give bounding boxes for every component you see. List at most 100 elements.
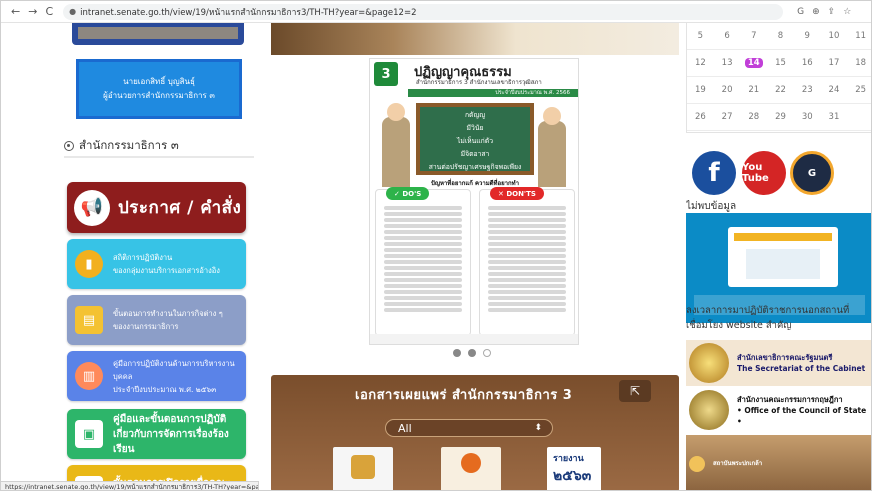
calendar-day[interactable]: 29 [767, 104, 794, 130]
hr-manual-button[interactable]: ▥ คู่มือการปฏิบัติงานด้านการบริหารงานบุค… [67, 351, 246, 401]
forward-icon[interactable]: → [28, 5, 37, 18]
poster-header: 3 ปฏิญญาคุณธรรม สำนักกรรมาธิการ 3 สำนักง… [370, 59, 578, 89]
dos-pill: ✓ DO'S [386, 187, 430, 200]
announcement-button[interactable]: 📢 ประกาศ / คำสั่ง [67, 182, 246, 233]
important-websites-heading: เชื่อมโยง website สำคัญ [686, 320, 792, 331]
complaint-manual-label: คู่มือและขั้นตอนการปฏิบัติ เกี่ยวกับการจ… [113, 412, 246, 457]
reload-icon[interactable]: C [45, 5, 53, 18]
select-arrows-icon: ⬍ [534, 423, 542, 433]
chalkboard: กตัญญู มีวินัย ไม่เห็นแก่ตัว มีจิตอาสา ส… [416, 103, 534, 175]
youtube-icon[interactable]: You Tube [742, 151, 786, 195]
calendar-day[interactable]: 30 [794, 104, 821, 130]
calendar-day[interactable]: 7 [740, 23, 767, 49]
calendar-day[interactable]: 13 [714, 50, 741, 76]
calendar-day[interactable]: 10 [821, 23, 848, 49]
calendar-day[interactable]: 5 [687, 23, 714, 49]
url-text: intranet.senate.go.th/view/19/หน้าแรกสำน… [80, 7, 417, 18]
carousel-dot[interactable] [453, 349, 461, 357]
calendar-day[interactable] [847, 104, 871, 130]
cabinet-secretariat-label: สำนักเลขาธิการคณะรัฐมนตรี The Secretaria… [737, 352, 865, 374]
calendar-week: 12 13 14 15 16 17 18 [687, 50, 871, 77]
carousel-dot[interactable] [468, 349, 476, 357]
carousel-dot[interactable] [483, 349, 491, 357]
remote-attendance-link[interactable]: ลงเวลาการมาปฏิบัติราชการนอกสถานที่ [686, 303, 871, 318]
hr-manual-label-line1: คู่มือการปฏิบัติงานด้านการบริหารงานบุคคล [113, 358, 235, 381]
browser-toolbar: ← → C ● intranet.senate.go.th/view/19/หน… [1, 1, 871, 23]
books-icon: ▥ [75, 362, 103, 390]
calendar-day[interactable]: 11 [847, 23, 871, 49]
council-name-th: สำนักงานคณะกรรมการกฤษฎีกา [737, 394, 843, 404]
calendar-day[interactable]: 22 [767, 77, 794, 103]
publication-thumbnail[interactable] [441, 447, 501, 490]
top-banner-image [72, 23, 244, 45]
section-title: สำนักกรรมาธิการ ๓ [64, 136, 254, 158]
calendar-day[interactable]: 8 [767, 23, 794, 49]
address-bar[interactable]: ● intranet.senate.go.th/view/19/หน้าแรกส… [63, 3, 784, 20]
calendar-day[interactable]: 31 [821, 104, 848, 130]
board-line: สานต่อปรัชญาเศรษฐกิจพอเพียง [428, 163, 522, 171]
translate-icon[interactable]: G [797, 7, 804, 17]
calendar-day[interactable]: 20 [714, 77, 741, 103]
calendar-day[interactable]: 27 [714, 104, 741, 130]
left-column: นายเอกสิทธิ์ บุญสินธุ์ ผู้อำนวยการสำนักก… [62, 23, 258, 490]
publications-filter-select[interactable]: All ⬍ [385, 419, 553, 437]
back-icon[interactable]: ← [11, 5, 20, 18]
council-of-state-link[interactable]: สำนักงานคณะกรรมการกฤษฎีกา • Office of th… [686, 387, 871, 433]
share-icon[interactable]: ⇪ [828, 7, 836, 17]
donts-pill: ✕ DON'TS [490, 187, 544, 200]
section-title-text: สำนักกรรมาธิการ ๓ [79, 138, 179, 152]
dos-column: ✓ DO'S [375, 187, 471, 336]
facebook-icon[interactable]: f [692, 151, 736, 195]
board-line: มีวินัย [466, 124, 484, 132]
council-of-state-label: สำนักงานคณะกรรมการกฤษฎีกา • Office of th… [737, 394, 871, 427]
calendar-day[interactable]: 9 [794, 23, 821, 49]
workflow-label: ขั้นตอนการทำงานในภารกิจต่าง ๆ ของงานกรรม… [113, 307, 229, 333]
publication-thumbnail[interactable] [333, 447, 393, 490]
workflow-button[interactable]: ▤ ขั้นตอนการทำงานในภารกิจต่าง ๆ ของงานกร… [67, 295, 246, 345]
cabinet-name-en: The Secretariat of the Cabinet [737, 364, 866, 373]
calendar-day[interactable]: 16 [794, 50, 821, 76]
today-badge: 14 [744, 58, 763, 68]
calendar-day[interactable]: 15 [767, 50, 794, 76]
calendar-day[interactable]: 25 [847, 77, 871, 103]
calendar-day[interactable]: 28 [740, 104, 767, 130]
calendar-day[interactable]: 21 [740, 77, 767, 103]
council-seal-icon [689, 390, 729, 430]
board-line: ไม่เห็นแก่ตัว [456, 137, 494, 145]
share-icon[interactable]: ⇱ [619, 380, 651, 402]
nav-buttons: ← → C [11, 5, 53, 18]
statistics-label-line2: ของกลุ่มงานบริการเอกสารอ้างอิง [113, 266, 220, 275]
publication-title-line1: รายงาน [553, 454, 584, 464]
calendar-day[interactable]: 26 [687, 104, 714, 130]
workflow-label-line1: ขั้นตอนการทำงานในภารกิจต่าง ๆ [113, 309, 223, 318]
poster-subtitle: สำนักกรรมาธิการ 3 สำนักงานเลขาธิการวุฒิส… [416, 79, 542, 86]
bookmark-star-icon[interactable]: ☆ [843, 7, 851, 17]
gcc-icon[interactable]: G [790, 151, 834, 195]
browser-window: ← → C ● intranet.senate.go.th/view/19/หน… [0, 0, 872, 491]
calendar-day[interactable]: 24 [821, 77, 848, 103]
cabinet-secretariat-link[interactable]: สำนักเลขาธิการคณะรัฐมนตรี The Secretaria… [686, 340, 871, 386]
hr-manual-label-line2: ประจำปีงบประมาณ พ.ศ. ๒๕๖๓ [113, 384, 217, 394]
statistics-button[interactable]: ▮ สถิติการปฏิบัติงาน ของกลุ่มงานบริการเอ… [67, 239, 246, 289]
calendar: 5 6 7 8 9 10 11 12 13 14 15 16 17 18 19 … [686, 23, 871, 133]
council-name-en: • Office of the Council of State • [737, 405, 867, 426]
publication-thumbnail[interactable]: รายงาน ๒๕๖๓ [547, 447, 601, 490]
complaint-manual-button[interactable]: ▣ คู่มือและขั้นตอนการปฏิบัติ เกี่ยวกับกา… [67, 409, 246, 459]
director-card[interactable]: นายเอกสิทธิ์ บุญสินธุ์ ผู้อำนวยการสำนักก… [76, 59, 242, 119]
calendar-day-today[interactable]: 14 [740, 50, 767, 76]
integrity-poster[interactable]: 3 ปฏิญญาคุณธรรม สำนักกรรมาธิการ 3 สำนักง… [369, 58, 579, 345]
dos-label: DO'S [402, 189, 422, 198]
chart-icon: ▮ [75, 250, 103, 278]
publications-filter-value: All [398, 421, 412, 435]
calendar-day[interactable]: 23 [794, 77, 821, 103]
no-data-text: ไม่พบข้อมูล [686, 201, 737, 212]
calendar-day[interactable]: 6 [714, 23, 741, 49]
calendar-day[interactable]: 17 [821, 50, 848, 76]
zoom-icon[interactable]: ⊕ [812, 7, 820, 17]
calendar-day[interactable]: 19 [687, 77, 714, 103]
calendar-day[interactable]: 18 [847, 50, 871, 76]
calendar-day[interactable]: 12 [687, 50, 714, 76]
director-position: ผู้อำนวยการสำนักกรรมาธิการ ๓ [103, 91, 215, 100]
king-prajadhipok-institute-link[interactable]: สถาบันพระปกเกล้า [686, 435, 871, 490]
board-line: มีจิตอาสา [460, 150, 490, 158]
